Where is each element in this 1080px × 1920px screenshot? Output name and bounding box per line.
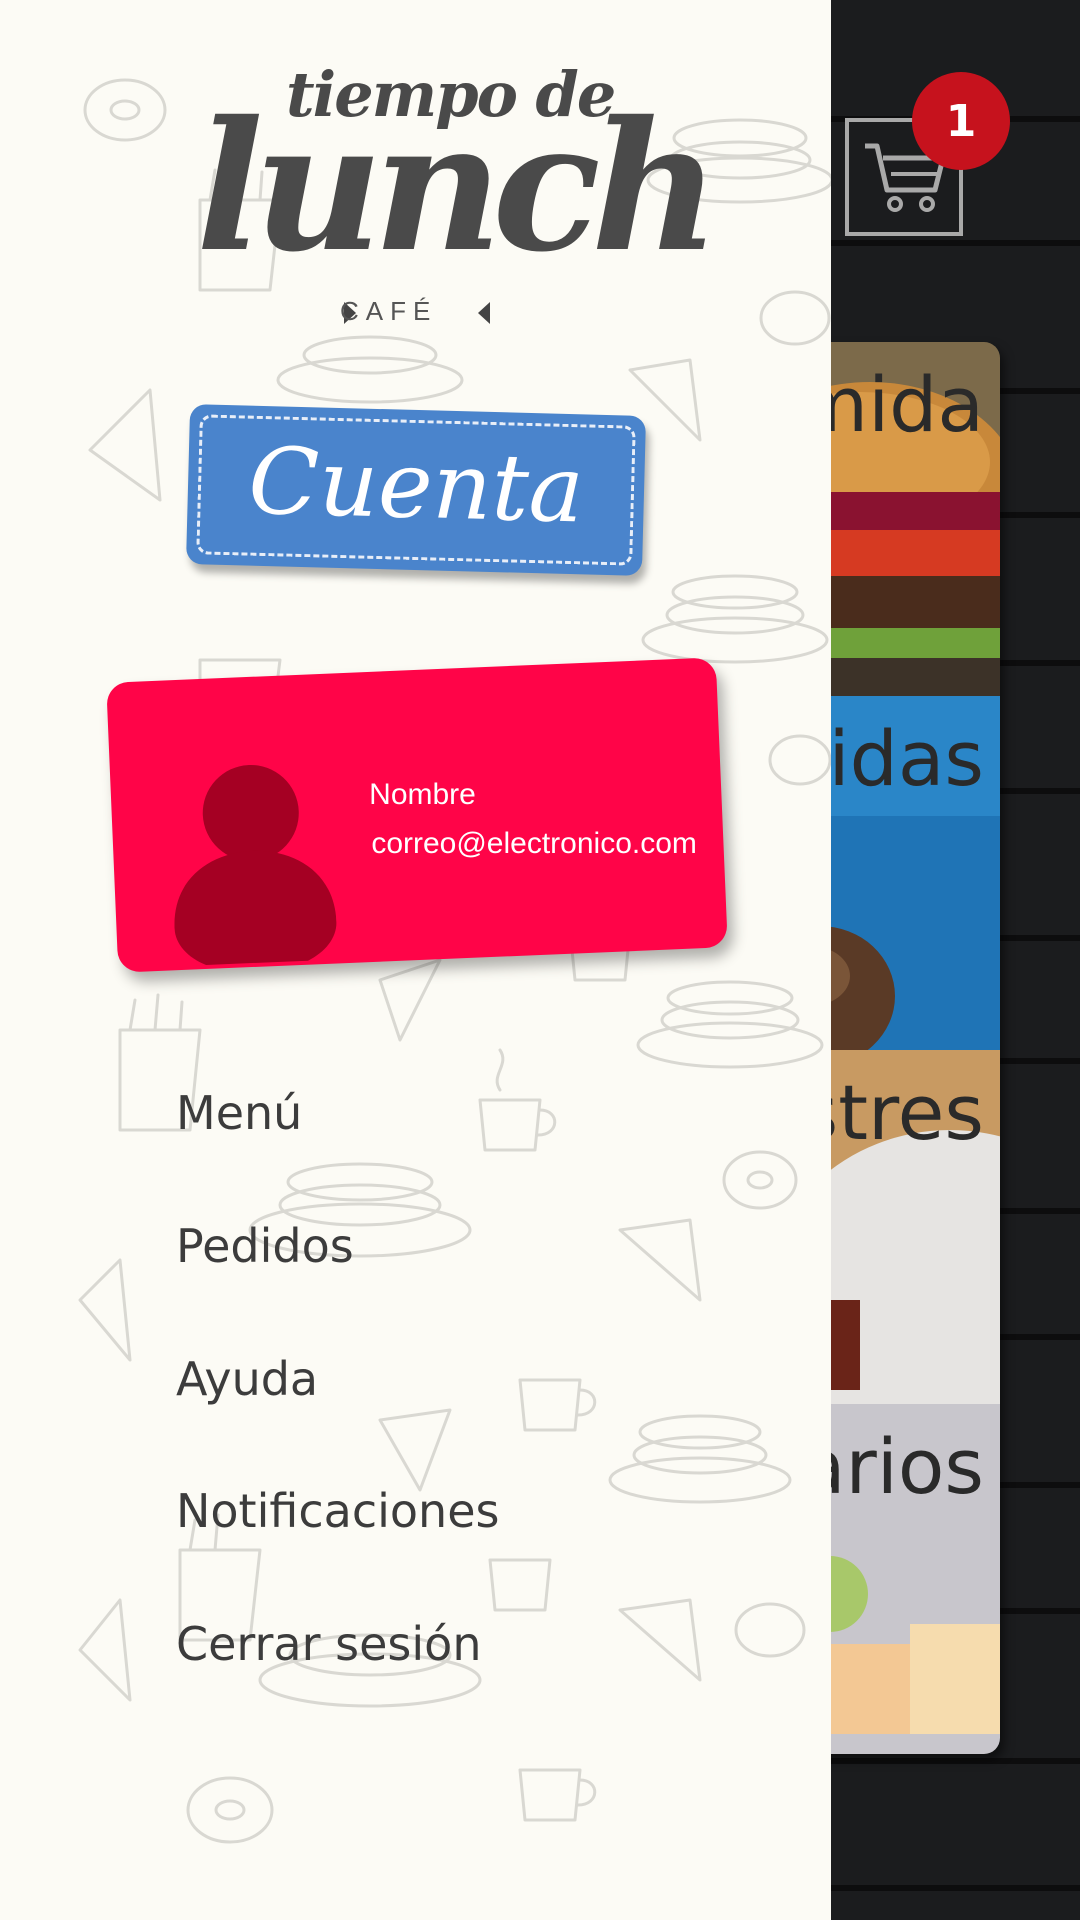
- cart-count-badge: 1: [912, 72, 1010, 170]
- avatar-icon: [174, 764, 337, 965]
- logo-text-main: lunch: [196, 82, 720, 291]
- divider: [830, 1885, 1080, 1891]
- divider: [830, 1758, 1080, 1764]
- menu-item-menu[interactable]: Menú: [176, 1086, 302, 1140]
- profile-card[interactable]: Nombre correo@electronico.com: [106, 657, 728, 973]
- divider: [830, 240, 1080, 246]
- menu-item-pedidos[interactable]: Pedidos: [176, 1219, 354, 1273]
- profile-name: Nombre: [369, 777, 476, 811]
- account-title: Cuenta: [247, 427, 586, 544]
- menu-item-cerrar-sesion[interactable]: Cerrar sesión: [176, 1617, 481, 1671]
- logo-ornament-right: [478, 302, 490, 324]
- menu-item-ayuda[interactable]: Ayuda: [176, 1352, 318, 1406]
- tiempo-de-lunch-logo: tiempo de lunch CAFÉ: [150, 40, 720, 340]
- account-header-badge: Cuenta: [185, 404, 647, 576]
- logo-text-cafe: CAFÉ: [340, 296, 438, 326]
- profile-email: correo@electronico.com: [371, 827, 697, 861]
- navigation-drawer: tiempo de lunch CAFÉ Cuenta Nombre corre…: [0, 0, 831, 1920]
- menu-item-notificaciones[interactable]: Notificaciones: [176, 1484, 499, 1538]
